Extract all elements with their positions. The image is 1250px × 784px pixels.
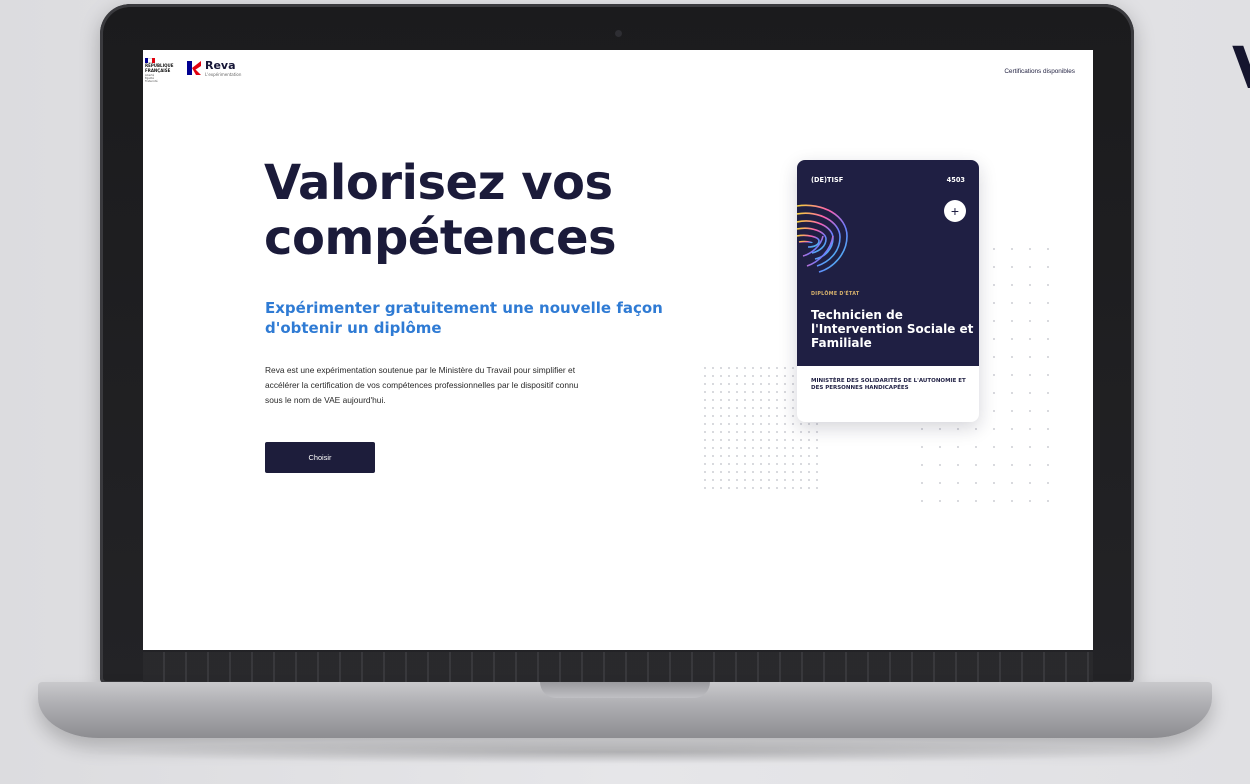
hero-title: Valorisez vos compétences — [264, 155, 617, 266]
card-title: Technicien de l'Intervention Sociale et … — [811, 308, 974, 350]
edge-heading-letter: V — [1232, 34, 1250, 102]
card-code: (DE)TISF — [811, 176, 844, 184]
laptop-shadow — [70, 740, 1180, 764]
gov-logo-text: RÉPUBLIQUE FRANÇAISE — [145, 63, 174, 73]
reva-mark-icon — [187, 61, 201, 75]
site-header: RÉPUBLIQUE FRANÇAISE Liberté Égalité Fra… — [143, 50, 1093, 90]
camera-icon — [615, 30, 622, 37]
choose-button[interactable]: Choisir — [265, 442, 375, 473]
brand-subtitle: L'expérimentation — [205, 72, 242, 77]
nav-link-certifications[interactable]: Certifications disponibles — [1004, 68, 1075, 75]
card-organization: MINISTÈRE DES SOLIDARITÉS DE L'AUTONOMIE… — [811, 378, 966, 391]
hero-subtitle: Expérimenter gratuitement une nouvelle f… — [265, 299, 663, 337]
republique-francaise-logo[interactable]: RÉPUBLIQUE FRANÇAISE Liberté Égalité Fra… — [145, 58, 175, 84]
plus-icon[interactable]: + — [944, 200, 966, 222]
card-header: (DE)TISF 4503 + DIPLÔME D'ÉTAT Technicie… — [797, 160, 979, 366]
browser-viewport: RÉPUBLIQUE FRANÇAISE Liberté Égalité Fra… — [143, 50, 1093, 650]
reva-logo[interactable]: Reva L'expérimentation — [187, 60, 241, 82]
certification-card[interactable]: (DE)TISF 4503 + DIPLÔME D'ÉTAT Technicie… — [797, 160, 979, 422]
hero-description: Reva est une expérimentation soutenue pa… — [265, 365, 579, 405]
card-kicker: DIPLÔME D'ÉTAT — [811, 292, 860, 297]
laptop-keyboard — [143, 652, 1093, 682]
brand-name: Reva — [205, 59, 236, 72]
card-number: 4503 — [946, 176, 965, 184]
fingerprint-icon — [797, 204, 848, 273]
gov-motto: Liberté Égalité Fraternité — [145, 74, 158, 83]
laptop-notch — [540, 682, 710, 698]
